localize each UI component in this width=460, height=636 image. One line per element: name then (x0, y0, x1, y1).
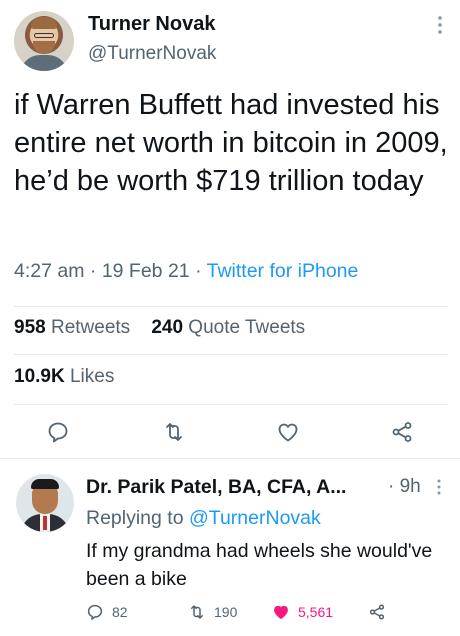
meta-separator: · (195, 260, 207, 282)
reply-author-name[interactable]: Dr. Parik Patel, BA, CFA, A... (86, 476, 346, 499)
replying-handle-link[interactable]: @TurnerNovak (189, 507, 321, 529)
divider (14, 354, 448, 355)
likes-count: 10.9K (14, 366, 65, 387)
avatar-hair (31, 479, 59, 489)
retweets-count: 958 (14, 317, 46, 338)
reply-count: 82 (112, 604, 128, 620)
tweet-source-link[interactable]: Twitter for iPhone (207, 260, 359, 282)
reply-icon (87, 604, 103, 620)
replying-to: Replying to @TurnerNovak (86, 507, 321, 530)
divider (14, 404, 448, 405)
retweet-count: 190 (214, 604, 238, 620)
reply-time: · 9h (388, 476, 421, 497)
quote-label: Quote Tweets (188, 317, 306, 338)
share-icon (369, 604, 385, 620)
avatar-shirt (20, 55, 68, 71)
avatar-tie (43, 516, 47, 530)
retweet-icon (191, 605, 203, 619)
heart-icon[interactable] (276, 420, 300, 444)
tweet-date: 19 Feb 21 (101, 260, 190, 282)
retweets-label: Retweets (50, 317, 131, 338)
avatar[interactable] (16, 474, 74, 532)
retweet-stats: 958 Retweets 240 Quote Tweets (14, 317, 305, 339)
like-button[interactable]: 5,561 (272, 600, 333, 624)
tweet-meta: 4:27 am · 19 Feb 21 · Twitter for iPhone (14, 260, 358, 283)
heart-icon (274, 605, 288, 619)
meta-separator: · (89, 260, 102, 282)
avatar-beard (33, 41, 55, 54)
retweets-link[interactable]: 958 Retweets (14, 317, 130, 338)
share-button[interactable] (368, 600, 394, 624)
divider (14, 306, 448, 307)
more-vertical-icon[interactable] (434, 14, 446, 36)
like-count: 5,561 (298, 604, 334, 620)
likes-link[interactable]: 10.9K Likes (14, 366, 114, 388)
avatar-hair (31, 17, 57, 29)
share-icon[interactable] (390, 420, 414, 444)
retweet-icon[interactable] (162, 420, 186, 444)
tweet-actions (0, 412, 460, 452)
avatar[interactable] (14, 11, 74, 71)
retweet-button[interactable]: 190 (188, 600, 237, 624)
author-name[interactable]: Turner Novak (88, 13, 215, 36)
reply-button[interactable]: 82 (86, 600, 128, 624)
tweet-text: if Warren Buffett had invested his entir… (14, 89, 448, 197)
avatar-glasses (34, 33, 54, 38)
replying-prefix: Replying to (86, 507, 184, 529)
quote-count: 240 (151, 317, 184, 338)
quote-tweets-link[interactable]: 240 Quote Tweets (151, 317, 305, 338)
more-vertical-icon[interactable] (434, 478, 444, 496)
reply-icon[interactable] (46, 420, 70, 444)
likes-label: Likes (69, 366, 115, 387)
author-handle[interactable]: @TurnerNovak (88, 43, 216, 65)
reply-divider (0, 458, 460, 459)
reply-actions: 82 190 5,561 (86, 600, 446, 626)
reply-text: If my grandma had wheels she would've be… (86, 540, 433, 590)
tweet-time: 4:27 am (14, 260, 85, 282)
